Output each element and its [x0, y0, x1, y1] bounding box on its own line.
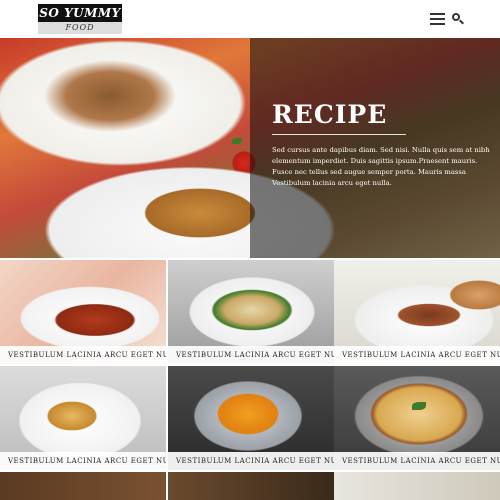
- hero-divider: [272, 134, 406, 135]
- recipe-tile[interactable]: VESTIBULUM LACINIA ARCU EGET NULLA.: [0, 366, 166, 470]
- site-logo[interactable]: SO YUMMY FOOD: [38, 4, 122, 34]
- site-header: SO YUMMY FOOD: [0, 0, 500, 38]
- search-icon[interactable]: [452, 13, 464, 25]
- recipe-tile-caption: VESTIBULUM LACINIA ARCU EGET NULLA.: [168, 346, 334, 364]
- herb-garnish: [412, 402, 426, 410]
- recipe-tile[interactable]: [0, 472, 166, 500]
- recipe-tile-caption: VESTIBULUM LACINIA ARCU EGET NULLA.: [0, 346, 166, 364]
- recipe-tile[interactable]: [334, 472, 500, 500]
- recipe-tile-caption: VESTIBULUM LACINIA ARCU EGET NULLA.: [334, 452, 500, 470]
- recipe-tile-caption: VESTIBULUM LACINIA ARCU EGET NULLA.: [0, 452, 166, 470]
- recipe-tile[interactable]: VESTIBULUM LACINIA ARCU EGET NULLA.: [334, 260, 500, 364]
- logo-subtitle: FOOD: [38, 22, 122, 34]
- hero-description: Sed cursus ante dapibus diam. Sed nisi. …: [272, 146, 490, 187]
- recipe-tile[interactable]: VESTIBULUM LACINIA ARCU EGET NULLA.: [168, 260, 334, 364]
- list-menu-icon[interactable]: [430, 13, 445, 25]
- recipe-tile[interactable]: [168, 472, 334, 500]
- recipe-tile[interactable]: VESTIBULUM LACINIA ARCU EGET NULLA.: [168, 366, 334, 470]
- recipe-tile[interactable]: VESTIBULUM LACINIA ARCU EGET NULLA.: [0, 260, 166, 364]
- recipe-tile-caption: VESTIBULUM LACINIA ARCU EGET NULLA.: [334, 346, 500, 364]
- recipe-tile[interactable]: VESTIBULUM LACINIA ARCU EGET NULLA.: [334, 366, 500, 470]
- logo-title: SO YUMMY: [38, 4, 122, 22]
- hero-title: RECIPE: [272, 100, 388, 129]
- herb-garnish: [232, 138, 242, 144]
- hero-banner: RECIPE Sed cursus ante dapibus diam. Sed…: [0, 38, 500, 258]
- recipe-tile-caption: VESTIBULUM LACINIA ARCU EGET NULLA.: [168, 452, 334, 470]
